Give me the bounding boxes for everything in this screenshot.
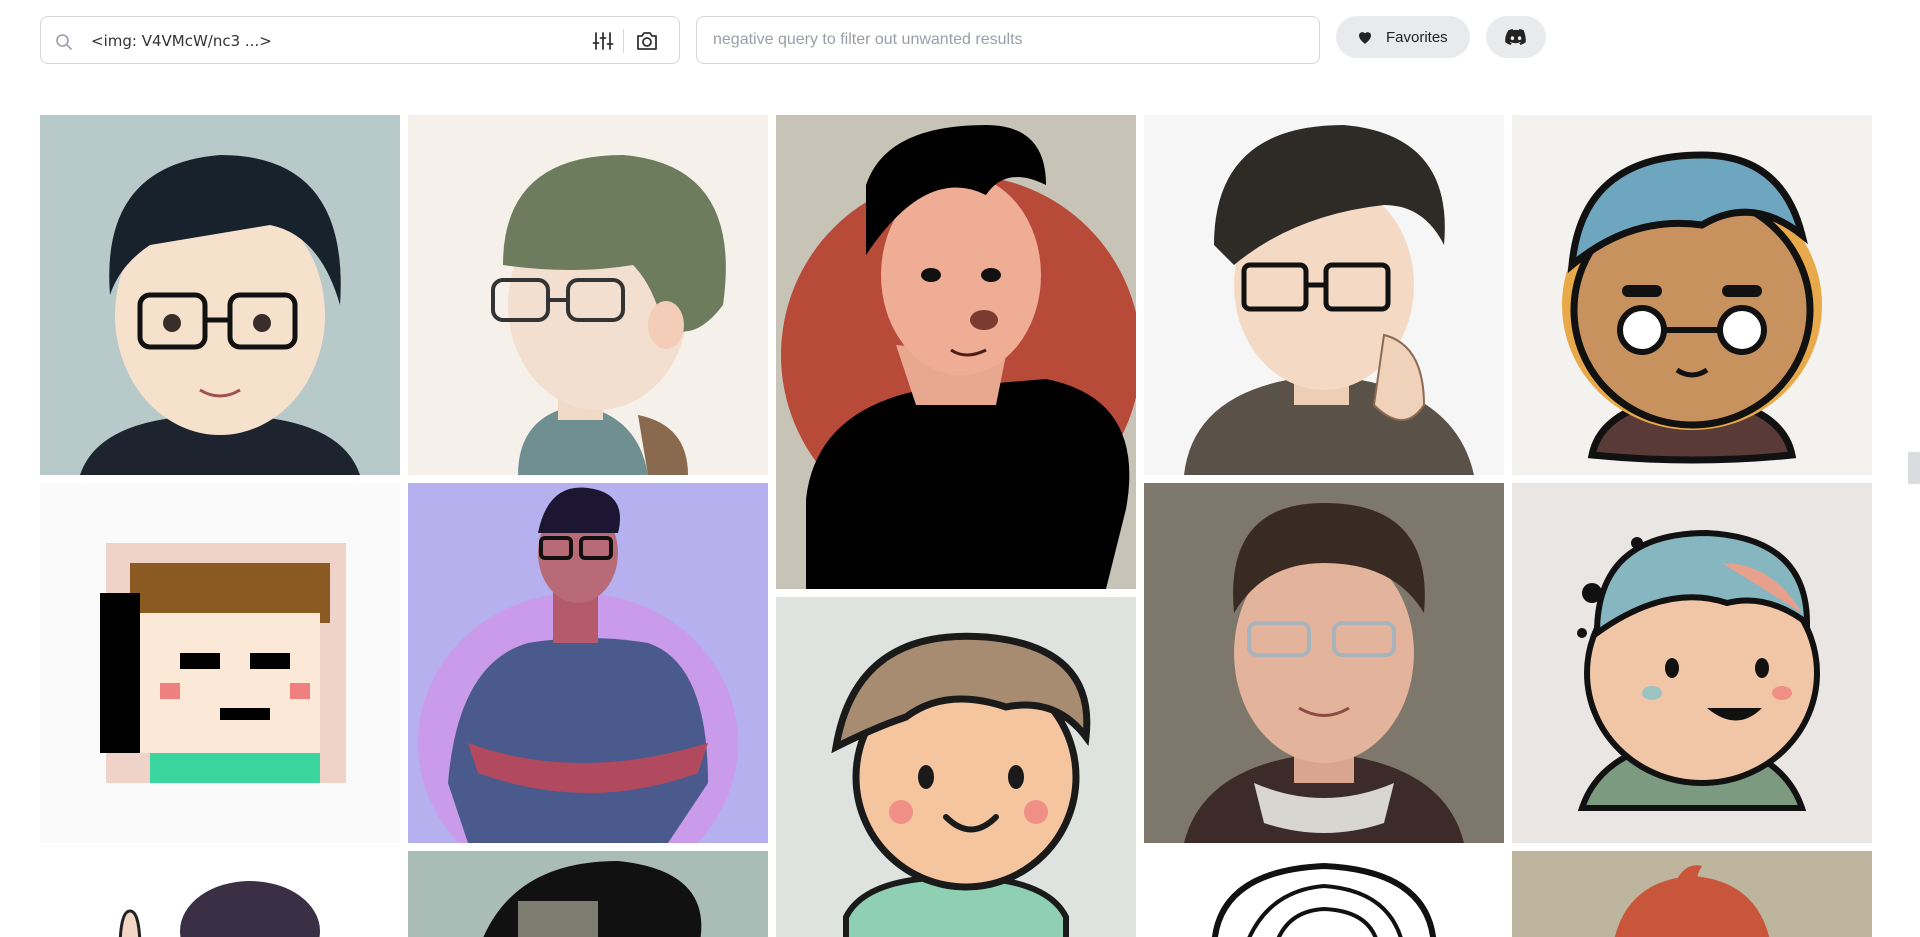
avatar-image bbox=[408, 115, 768, 475]
negative-query-input[interactable] bbox=[696, 16, 1320, 64]
top-bar: <img: V4VMcW/nc3 ...> Favorites bbox=[40, 16, 1560, 64]
result-image-8[interactable] bbox=[776, 597, 1136, 937]
avatar-image bbox=[1512, 483, 1872, 843]
result-image-4[interactable] bbox=[1144, 115, 1504, 475]
result-image-2[interactable] bbox=[408, 115, 768, 475]
avatar-image bbox=[1144, 115, 1504, 475]
avatar-image bbox=[776, 597, 1136, 937]
favorites-label: Favorites bbox=[1386, 28, 1448, 46]
search-icon bbox=[56, 34, 72, 50]
avatar-image bbox=[408, 851, 768, 937]
search-divider bbox=[623, 29, 624, 53]
sliders-icon[interactable] bbox=[592, 30, 614, 52]
result-image-1[interactable] bbox=[40, 115, 400, 475]
result-image-3[interactable] bbox=[776, 115, 1136, 589]
scrollbar-thumb[interactable] bbox=[1908, 452, 1920, 484]
heart-icon bbox=[1359, 32, 1371, 44]
result-image-10[interactable] bbox=[1512, 483, 1872, 843]
avatar-image bbox=[1512, 851, 1872, 937]
avatar-image bbox=[1144, 483, 1504, 843]
result-image-13[interactable] bbox=[1144, 851, 1504, 937]
discord-icon bbox=[1505, 29, 1526, 45]
avatar-image bbox=[1512, 115, 1872, 475]
result-image-7[interactable] bbox=[408, 483, 768, 843]
result-image-6[interactable] bbox=[40, 483, 400, 843]
avatar-image bbox=[408, 483, 768, 843]
avatar-image bbox=[40, 115, 400, 475]
search-box[interactable]: <img: V4VMcW/nc3 ...> bbox=[40, 16, 680, 64]
avatar-image bbox=[40, 483, 400, 843]
result-image-5[interactable] bbox=[1512, 115, 1872, 475]
discord-button[interactable] bbox=[1486, 16, 1546, 58]
result-image-14[interactable] bbox=[1512, 851, 1872, 937]
avatar-image bbox=[40, 851, 400, 937]
result-image-11[interactable] bbox=[40, 851, 400, 937]
result-image-9[interactable] bbox=[1144, 483, 1504, 843]
camera-icon[interactable] bbox=[635, 30, 659, 52]
avatar-image bbox=[1144, 851, 1504, 937]
avatar-image bbox=[776, 115, 1136, 589]
result-image-12[interactable] bbox=[408, 851, 768, 937]
search-input[interactable]: <img: V4VMcW/nc3 ...> bbox=[91, 17, 272, 65]
favorites-button[interactable]: Favorites bbox=[1336, 16, 1470, 58]
results-grid bbox=[40, 115, 1872, 937]
